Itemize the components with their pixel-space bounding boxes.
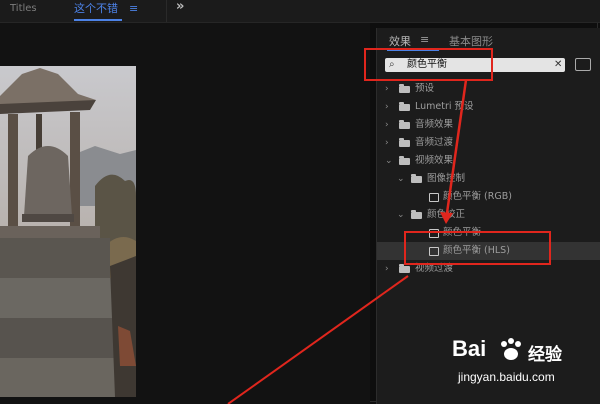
paw-logo-icon [501,338,521,360]
watermark-logo-text: Bai [452,336,487,361]
watermark-url: jingyan.baidu.com [458,370,555,384]
watermark-jingyan-text: 经验 [528,345,562,365]
baidu-jingyan-watermark: Bai 经验 jingyan.baidu.com [452,336,597,396]
